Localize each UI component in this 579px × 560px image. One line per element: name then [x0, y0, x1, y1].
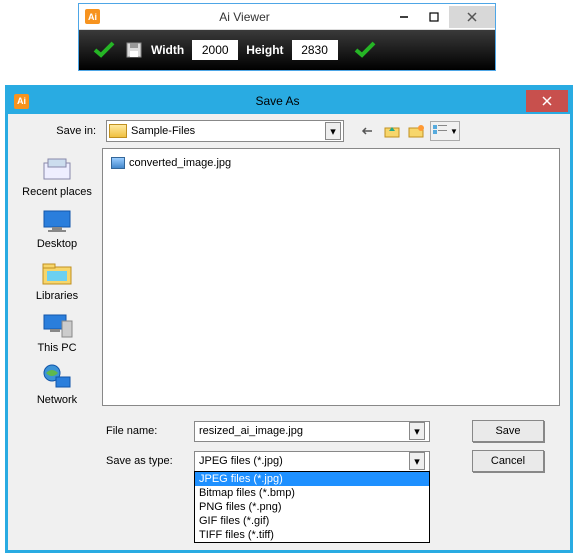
- new-folder-icon: [407, 123, 425, 139]
- filename-combo[interactable]: resized_ai_image.jpg ▾: [194, 421, 430, 442]
- minimize-button[interactable]: [389, 6, 419, 28]
- place-network[interactable]: Network: [37, 362, 77, 406]
- save-as-dialog: Ai Save As Save in: Sample-Files ▾: [5, 85, 573, 553]
- close-viewer-button[interactable]: [449, 6, 495, 28]
- libraries-icon: [40, 258, 74, 288]
- confirm-check-icon[interactable]: [354, 40, 378, 60]
- savein-value: Sample-Files: [131, 125, 325, 137]
- view-icon: [432, 124, 448, 138]
- savetype-option[interactable]: PNG files (*.png): [195, 500, 429, 514]
- this-pc-icon: [40, 310, 74, 340]
- new-folder-button[interactable]: [406, 121, 426, 141]
- desktop-icon: [40, 206, 74, 236]
- view-menu-button[interactable]: ▼: [430, 121, 460, 141]
- chevron-down-icon[interactable]: ▾: [325, 122, 341, 140]
- viewer-title: Ai Viewer: [100, 10, 389, 24]
- saveas-titlebar: Ai Save As: [8, 88, 570, 114]
- savetype-option[interactable]: GIF files (*.gif): [195, 514, 429, 528]
- filename-label: File name:: [106, 425, 186, 437]
- place-desktop[interactable]: Desktop: [37, 206, 77, 250]
- save-button[interactable]: Save: [472, 420, 544, 442]
- viewer-toolbar: Width Height: [79, 30, 495, 70]
- maximize-icon: [429, 12, 439, 22]
- filename-value: resized_ai_image.jpg: [199, 425, 409, 437]
- up-folder-button[interactable]: [382, 121, 402, 141]
- viewer-titlebar: Ai Ai Viewer: [79, 4, 495, 30]
- file-item[interactable]: converted_image.jpg: [109, 155, 553, 171]
- place-recent[interactable]: Recent places: [22, 154, 92, 198]
- close-icon: [542, 96, 552, 106]
- up-folder-icon: [383, 123, 401, 139]
- savetype-label: Save as type:: [106, 455, 186, 467]
- savetype-dropdown[interactable]: JPEG files (*.jpg)Bitmap files (*.bmp)PN…: [194, 471, 430, 543]
- savein-label: Save in:: [18, 125, 100, 137]
- chevron-down-icon[interactable]: ▾: [409, 422, 425, 440]
- save-disk-icon[interactable]: [125, 41, 143, 59]
- ai-logo-icon: Ai: [14, 94, 29, 109]
- window-controls: [389, 6, 495, 28]
- chevron-down-icon[interactable]: ▾: [409, 452, 425, 470]
- recent-places-icon: [40, 154, 74, 184]
- minimize-icon: [399, 12, 409, 22]
- back-arrow-icon: [360, 125, 376, 137]
- savetype-combo[interactable]: JPEG files (*.jpg) ▾: [194, 451, 430, 472]
- savetype-option[interactable]: Bitmap files (*.bmp): [195, 486, 429, 500]
- maximize-button[interactable]: [419, 6, 449, 28]
- network-icon: [40, 362, 74, 392]
- saveas-title: Save As: [29, 94, 526, 108]
- savetype-value: JPEG files (*.jpg): [199, 455, 409, 467]
- place-libraries[interactable]: Libraries: [36, 258, 78, 302]
- height-input[interactable]: [292, 40, 338, 60]
- width-input[interactable]: [192, 40, 238, 60]
- back-button[interactable]: [358, 121, 378, 141]
- cancel-button[interactable]: Cancel: [472, 450, 544, 472]
- place-thispc[interactable]: This PC: [37, 310, 76, 354]
- ai-viewer-window: Ai Ai Viewer Width Height: [78, 3, 496, 71]
- savetype-option[interactable]: TIFF files (*.tiff): [195, 528, 429, 542]
- folder-icon: [109, 124, 127, 138]
- savein-bar: Save in: Sample-Files ▾ ▼: [18, 120, 560, 142]
- width-label: Width: [151, 43, 184, 57]
- close-dialog-button[interactable]: [526, 90, 568, 112]
- file-list[interactable]: converted_image.jpg: [102, 148, 560, 406]
- height-label: Height: [246, 43, 283, 57]
- image-file-icon: [111, 157, 125, 169]
- chevron-down-icon: ▼: [450, 127, 458, 136]
- savetype-option[interactable]: JPEG files (*.jpg): [195, 472, 429, 486]
- file-name: converted_image.jpg: [129, 157, 231, 169]
- savein-combo[interactable]: Sample-Files ▾: [106, 120, 344, 142]
- places-bar: Recent places Desktop Libraries: [18, 148, 96, 406]
- ai-logo-icon: Ai: [85, 9, 100, 24]
- close-icon: [467, 12, 477, 22]
- apply-check-icon[interactable]: [93, 40, 117, 60]
